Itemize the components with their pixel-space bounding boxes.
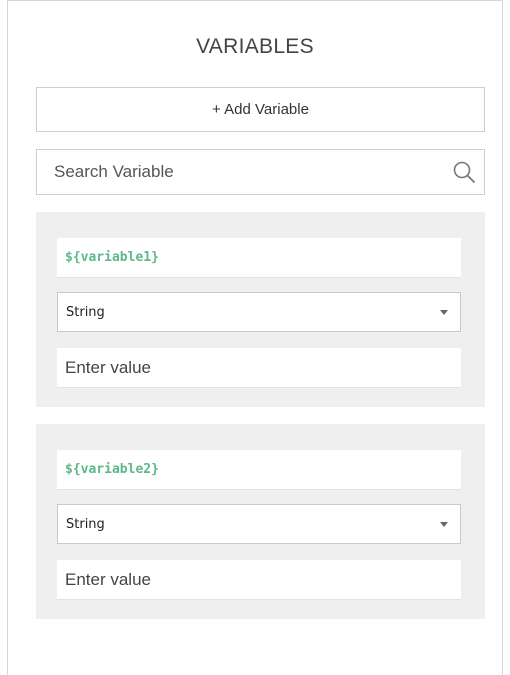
chevron-down-icon bbox=[440, 522, 448, 527]
add-variable-button[interactable]: + Add Variable bbox=[36, 87, 485, 132]
variable-name-field[interactable]: ${variable2} bbox=[57, 450, 461, 490]
search-box bbox=[36, 149, 485, 195]
variable-card: ${variable1} String Enter value bbox=[36, 212, 485, 407]
variable-value-input[interactable]: Enter value bbox=[57, 348, 461, 388]
variable-value-input[interactable]: Enter value bbox=[57, 560, 461, 600]
panel-title: VARIABLES bbox=[196, 35, 314, 58]
variable-type-value: String bbox=[66, 516, 105, 532]
variable-name-field[interactable]: ${variable1} bbox=[57, 238, 461, 278]
variable-type-select[interactable]: String bbox=[57, 504, 461, 544]
search-input[interactable] bbox=[37, 150, 437, 194]
variables-panel: VARIABLES + Add Variable ${variable1} St… bbox=[7, 0, 503, 675]
chevron-down-icon bbox=[440, 310, 448, 315]
variable-card: ${variable2} String Enter value bbox=[36, 424, 485, 619]
variable-type-value: String bbox=[66, 304, 105, 320]
variable-type-select[interactable]: String bbox=[57, 292, 461, 332]
search-icon[interactable] bbox=[452, 160, 476, 184]
